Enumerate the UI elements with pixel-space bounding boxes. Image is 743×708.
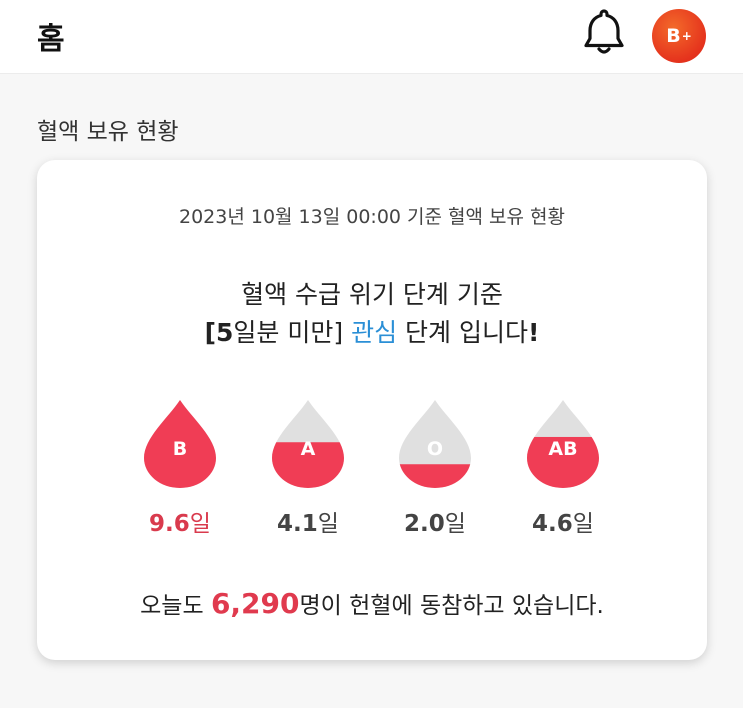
blood-type-days: 2.0일 [385, 504, 485, 538]
days-value: 4.6 [532, 511, 573, 537]
blood-type-b: B 9.6일 [130, 398, 230, 538]
avatar-label: B [666, 25, 681, 47]
blood-type-days: 4.6일 [513, 504, 613, 538]
level-suffix: 단계 입니다 [397, 318, 528, 347]
days-unit: 일 [572, 511, 594, 537]
days-value: 9.6 [149, 511, 190, 537]
donor-message: 오늘도 6,290명이 헌혈에 동참하고 있습니다. [37, 586, 707, 620]
avatar-sup: + [681, 29, 692, 43]
app-header: 홈 B + [0, 0, 743, 74]
blood-type-name: AB [548, 438, 578, 460]
blood-type-a: A 4.1일 [258, 398, 358, 538]
blood-type-ab: AB 4.6일 [513, 398, 613, 538]
blood-stock-card: 2023년 10월 13일 00:00 기준 혈액 보유 현황 혈액 수급 위기… [37, 160, 707, 660]
days-unit: 일 [444, 511, 466, 537]
days-value: 4.1 [277, 511, 318, 537]
drop-fill-level [399, 464, 471, 488]
blood-type-o: O 2.0일 [385, 398, 485, 538]
blood-type-list: B 9.6일 A 4.1일 O 2.0일 AB 4.6일 [37, 398, 707, 538]
bell-icon[interactable] [578, 6, 630, 58]
avatar[interactable]: B + [652, 9, 706, 63]
blood-type-days: 9.6일 [130, 504, 230, 538]
days-unit: 일 [317, 511, 339, 537]
blood-type-days: 4.1일 [258, 504, 358, 538]
page-title: 홈 [37, 22, 65, 57]
exclamation: ! [528, 318, 540, 347]
blood-type-name: O [426, 438, 444, 460]
bracket-open: [ [204, 318, 217, 347]
threshold-range: 일분 미만] [233, 318, 344, 347]
section-title: 혈액 보유 현황 [37, 119, 179, 145]
donor-suffix: 명이 헌혈에 동참하고 있습니다. [299, 593, 604, 619]
crisis-level: 관심 [351, 318, 398, 347]
donor-count: 6,290 [210, 587, 300, 620]
days-value: 2.0 [404, 511, 445, 537]
basis-date: 2023년 10월 13일 00:00 기준 혈액 보유 현황 [178, 206, 566, 228]
days-unit: 일 [189, 511, 211, 537]
crisis-message-line2: [5일분 미만] 관심 단계 입니다! [37, 313, 707, 349]
days-threshold: 5 [216, 318, 234, 347]
crisis-message-line1: 혈액 수급 위기 단계 기준 [241, 280, 503, 309]
blood-type-name: B [172, 438, 188, 460]
blood-type-name: A [300, 438, 316, 460]
donor-prefix: 오늘도 [140, 593, 211, 619]
